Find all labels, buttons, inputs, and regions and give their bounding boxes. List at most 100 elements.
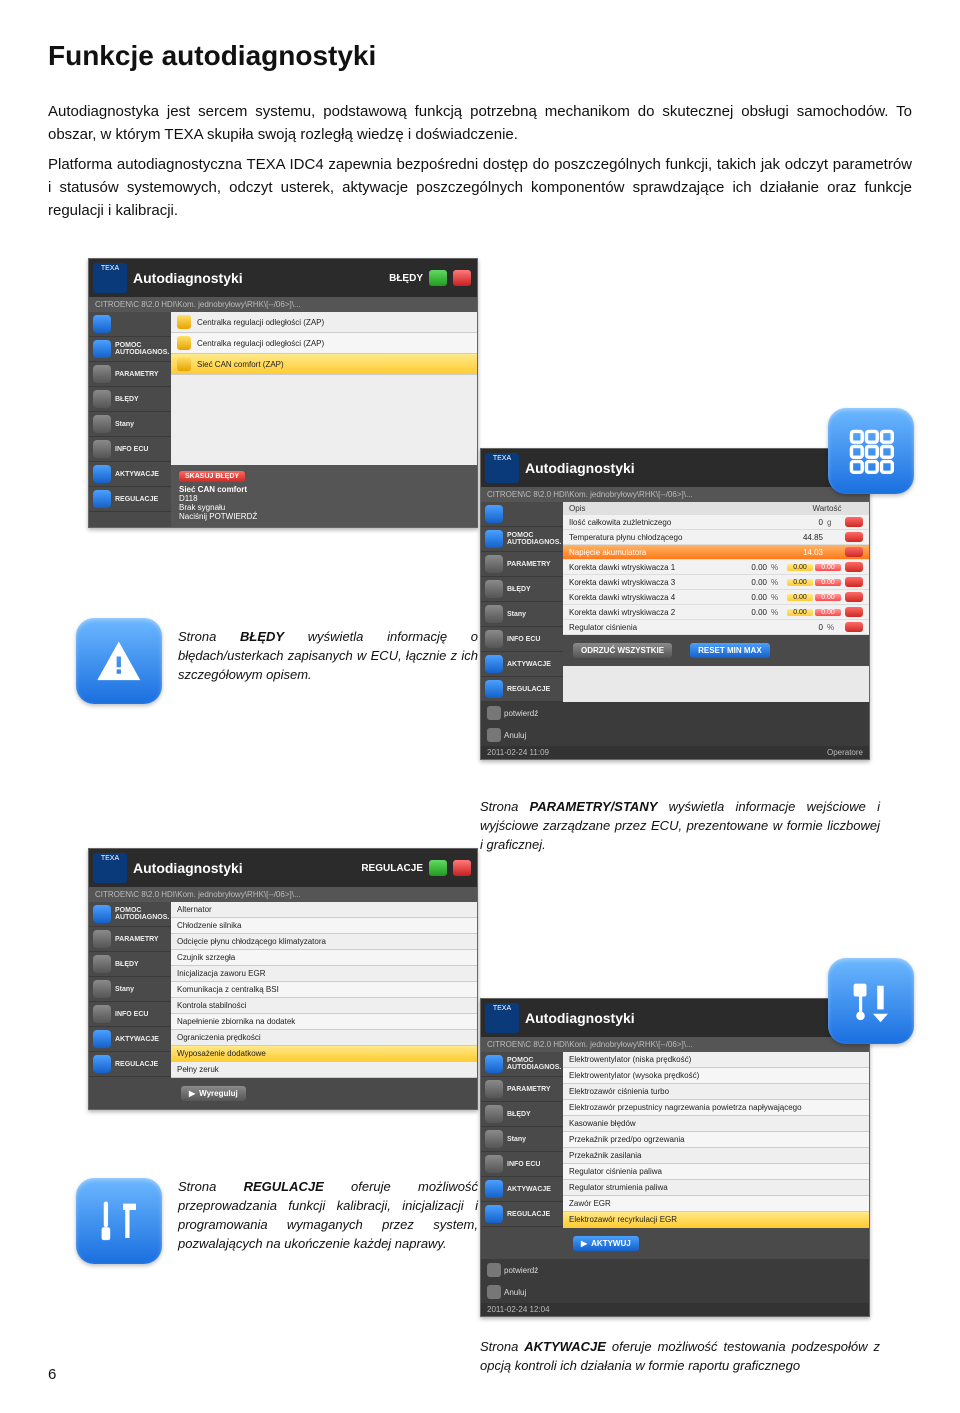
sidebar-item-stany[interactable]: Stany [481, 602, 563, 627]
texa-logo: TEXA [485, 453, 519, 483]
sidebar-item-stany[interactable]: Stany [89, 412, 171, 437]
help-icon [93, 905, 111, 923]
sidebar-item-stany[interactable]: Stany [481, 1127, 563, 1152]
sidebar-item-regulacje[interactable]: REGULACJE [89, 1052, 171, 1077]
regulation-row[interactable]: Inicjalizacja zaworu EGR [171, 966, 477, 982]
regulation-row[interactable]: Czujnik szrzegła [171, 950, 477, 966]
close-button[interactable] [453, 270, 471, 286]
param-value: 0 [793, 518, 827, 527]
param-header: Opis Wartość [563, 502, 869, 515]
sidebar-item-pomoc[interactable]: POMOC AUTODIAGNOS. [89, 902, 171, 927]
sidebar-item-dummy[interactable] [481, 502, 563, 527]
activation-label: Elektrozawór recyrkulacji EGR [569, 1215, 677, 1224]
sidebar-item-regulacje[interactable]: REGULACJE [481, 677, 563, 702]
close-button[interactable] [453, 860, 471, 876]
info-icon [93, 440, 111, 458]
regulation-row[interactable]: Kontrola stabilności [171, 998, 477, 1014]
param-row[interactable]: Korekta dawki wtryskiwacza 30.00%0.000.0… [563, 575, 869, 590]
activate-button[interactable]: ▶ AKTYWUJ [573, 1236, 639, 1251]
activation-label: Przekaźnik przed/po ogrzewania [569, 1135, 685, 1144]
param-unit: % [771, 578, 785, 587]
param-indicator [845, 532, 863, 542]
warning-icon [485, 580, 503, 598]
activation-row[interactable]: Kasowanie błędów [563, 1116, 869, 1132]
sidebar-item-label: BŁĘDY [507, 586, 531, 593]
sidebar-item-infoecu[interactable]: INFO ECU [89, 437, 171, 462]
param-row[interactable]: Temperatura płynu chłodzącego44.85 [563, 530, 869, 545]
activation-row[interactable]: Zawór EGR [563, 1196, 869, 1212]
sidebar-item-label: AKTYWACJE [507, 1186, 551, 1193]
regulation-row[interactable]: Komunikacja z centralką BSI [171, 982, 477, 998]
cancel-button[interactable]: Anuluj [487, 728, 526, 742]
regulation-row[interactable]: Pełny zeruk [171, 1062, 477, 1078]
activation-row[interactable]: Regulator strumienia paliwa [563, 1180, 869, 1196]
sidebar-item-regulacje[interactable]: REGULACJE [481, 1202, 563, 1227]
regulation-row[interactable]: Odcięcie płynu chłodzącego klimatyzatora [171, 934, 477, 950]
sidebar-item-infoecu[interactable]: INFO ECU [481, 627, 563, 652]
confirm-button[interactable]: potwierdź [487, 1263, 538, 1277]
clear-faults-badge[interactable]: SKASUJ BŁĘDY [179, 471, 245, 482]
activation-row[interactable]: Elektrowentylator (niska prędkość) [563, 1052, 869, 1068]
sidebar-item-pomoc[interactable]: POMOC AUTODIAGNOS. [481, 527, 563, 552]
param-row[interactable]: Ilość całkowita zużletniczego0g [563, 515, 869, 530]
activation-row[interactable]: Elektrozawór recyrkulacji EGR [563, 1212, 869, 1228]
regulation-row[interactable]: Napełnienie zbiornika na dodatek [171, 1014, 477, 1030]
activation-row[interactable]: Elektrozawór ciśnienia turbo [563, 1084, 869, 1100]
sidebar-item-parametry[interactable]: PARAMETRY [481, 552, 563, 577]
tile-aktywacje [828, 958, 914, 1044]
sidebar: POMOC AUTODIAGNOS. PARAMETRY BŁĘDY Stany… [481, 502, 563, 702]
sidebar-item-pomoc[interactable]: POMOC AUTODIAGNOS. [481, 1052, 563, 1077]
reset-minmax-button[interactable]: RESET MIN MAX [690, 643, 770, 658]
regulation-label: Chłodzenie silnika [177, 921, 241, 930]
sidebar-item-dummy[interactable] [89, 312, 171, 337]
sidebar-item-bledy[interactable]: BŁĘDY [89, 952, 171, 977]
regulation-row[interactable]: Alternator [171, 902, 477, 918]
sidebar-item-label: REGULACJE [507, 686, 550, 693]
param-row[interactable]: Korekta dawki wtryskiwacza 40.00%0.000.0… [563, 590, 869, 605]
param-row[interactable]: Korekta dawki wtryskiwacza 10.00%0.000.0… [563, 560, 869, 575]
minimize-button[interactable] [429, 860, 447, 876]
activation-label: Elektrozawór ciśnienia turbo [569, 1087, 669, 1096]
regulation-row[interactable]: Wyposażenie dodatkowe [171, 1046, 477, 1062]
param-row[interactable]: Korekta dawki wtryskiwacza 20.00%0.000.0… [563, 605, 869, 620]
minimize-button[interactable] [429, 270, 447, 286]
confirm-button[interactable]: potwierdź [487, 706, 538, 720]
fault-row[interactable]: Centralka regulacji odległości (ZAP) [171, 312, 477, 333]
sidebar-item-aktywacje[interactable]: AKTYWACJE [89, 1027, 171, 1052]
sidebar-item-stany[interactable]: Stany [89, 977, 171, 1002]
activation-row[interactable]: Elektrozawór przepustnicy nagrzewania po… [563, 1100, 869, 1116]
sidebar-item-aktywacje[interactable]: AKTYWACJE [481, 652, 563, 677]
activation-row[interactable]: Przekaźnik przed/po ogrzewania [563, 1132, 869, 1148]
sidebar-item-bledy[interactable]: BŁĘDY [481, 1102, 563, 1127]
sidebar-item-parametry[interactable]: PARAMETRY [89, 927, 171, 952]
sidebar-item-parametry[interactable]: PARAMETRY [89, 362, 171, 387]
activation-row[interactable]: Elektrowentylator (wysoka prędkość) [563, 1068, 869, 1084]
texa-logo: TEXA [93, 263, 127, 293]
sidebar-item-infoecu[interactable]: INFO ECU [89, 1002, 171, 1027]
wrench-icon [485, 680, 503, 698]
param-row[interactable]: Regulator ciśnienia0% [563, 620, 869, 635]
regulation-label: Kontrola stabilności [177, 1001, 246, 1010]
discard-all-button[interactable]: ODRZUĆ WSZYSTKIE [573, 643, 672, 658]
regulation-label: Komunikacja z centralką BSI [177, 985, 279, 994]
regulation-row[interactable]: Ograniczenia prędkości [171, 1030, 477, 1046]
sidebar-item-label: INFO ECU [507, 636, 540, 643]
activation-row[interactable]: Regulator ciśnienia paliwa [563, 1164, 869, 1180]
sidebar-item-bledy[interactable]: BŁĘDY [481, 577, 563, 602]
window-title: Autodiagnostyki [525, 1010, 836, 1026]
sidebar-item-pomoc[interactable]: POMOC AUTODIAGNOS. [89, 337, 171, 362]
cancel-button[interactable]: Anuluj [487, 1285, 526, 1299]
sidebar-item-parametry[interactable]: PARAMETRY [481, 1077, 563, 1102]
sidebar-item-bledy[interactable]: BŁĘDY [89, 387, 171, 412]
sidebar-item-aktywacje[interactable]: AKTYWACJE [89, 462, 171, 487]
sidebar-item-infoecu[interactable]: INFO ECU [481, 1152, 563, 1177]
activation-row[interactable]: Przekaźnik zasilania [563, 1148, 869, 1164]
sidebar-item-regulacje[interactable]: REGULACJE [89, 487, 171, 512]
sidebar-item-aktywacje[interactable]: AKTYWACJE [481, 1177, 563, 1202]
param-value: 0.00 [737, 608, 771, 617]
fault-row-selected[interactable]: Sieć CAN comfort (ZAP) [171, 354, 477, 375]
fault-row[interactable]: Centralka regulacji odległości (ZAP) [171, 333, 477, 354]
param-row[interactable]: Napięcie akumulatora14.03 [563, 545, 869, 560]
regulation-row[interactable]: Chłodzenie silnika [171, 918, 477, 934]
adjust-button[interactable]: ▶ Wyreguluj [181, 1086, 246, 1101]
